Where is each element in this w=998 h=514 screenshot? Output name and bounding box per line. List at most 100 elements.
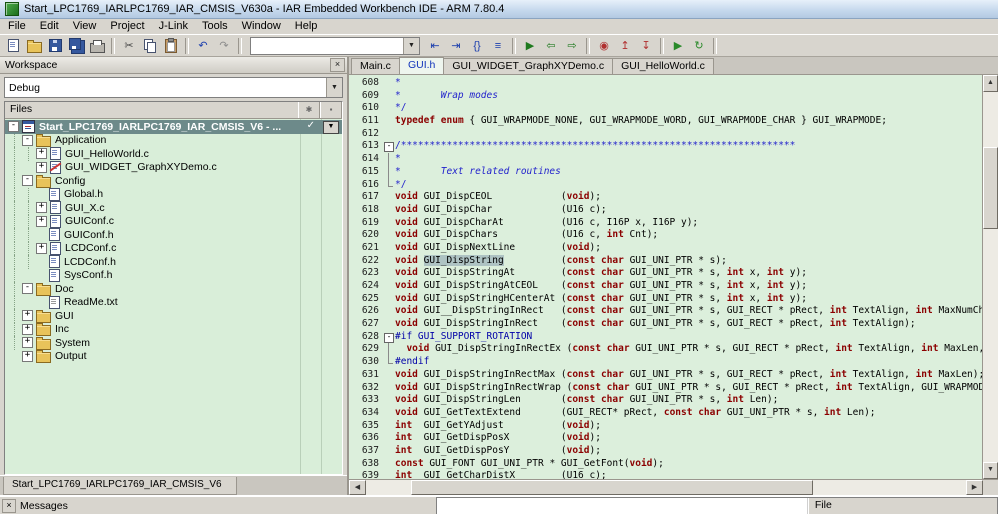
files-column-header[interactable]: Files <box>5 102 298 118</box>
collapse-icon[interactable]: - <box>22 283 33 294</box>
workspace-close-icon[interactable]: × <box>330 58 345 72</box>
code-text: typedef enum { GUI_WRAPMODE_NONE, GUI_WR… <box>395 115 982 128</box>
messages-close-icon[interactable]: × <box>2 499 16 513</box>
code-line: 625void GUI_DispStringHCenterAt (const c… <box>349 293 982 306</box>
vertical-scroll-thumb[interactable] <box>983 147 998 229</box>
horizontal-scrollbar[interactable]: ◀ ▶ <box>349 479 998 495</box>
tree-item-gui-widget-graphxydemo-c[interactable]: +GUI_WIDGET_GraphXYDemo.c <box>5 161 342 175</box>
fold-collapse-icon[interactable]: - <box>384 142 394 152</box>
scroll-up-icon[interactable]: ▲ <box>983 75 998 92</box>
scroll-down-icon[interactable]: ▼ <box>983 462 998 479</box>
menu-edit[interactable]: Edit <box>33 19 66 34</box>
find-next-button[interactable]: ⇥ <box>446 37 466 55</box>
editor-tab-gui-h[interactable]: GUI.h <box>399 57 444 74</box>
expand-icon[interactable]: + <box>22 351 33 362</box>
menu-file[interactable]: File <box>1 19 33 34</box>
menu-help[interactable]: Help <box>288 19 325 34</box>
messages-log-area <box>437 498 808 514</box>
workspace-tab-bar: Start_LPC1769_IARLPC1769_IAR_CMSIS_V6 <box>0 475 347 495</box>
configuration-dropdown[interactable]: Debug ▼ <box>4 77 343 98</box>
code-line: 611typedef enum { GUI_WRAPMODE_NONE, GUI… <box>349 115 982 128</box>
menu-window[interactable]: Window <box>235 19 288 34</box>
folder-icon <box>36 339 51 350</box>
tree-item-application[interactable]: -Application <box>5 134 342 148</box>
fold-collapse-icon[interactable]: - <box>384 333 394 343</box>
copy-button[interactable] <box>140 37 160 55</box>
folder-icon <box>36 136 51 147</box>
expand-icon[interactable]: + <box>36 162 47 173</box>
replace-button[interactable]: ≡ <box>488 37 508 55</box>
navigate-forward-button[interactable]: ⇨ <box>562 37 582 55</box>
tree-item-config[interactable]: -Config <box>5 174 342 188</box>
workspace-project-tab[interactable]: Start_LPC1769_IARLPC1769_IAR_CMSIS_V6 <box>3 477 237 495</box>
save-button[interactable] <box>45 37 65 55</box>
build-column-header[interactable]: ▪ <box>320 102 342 118</box>
file-column-header[interactable]: File <box>808 498 997 514</box>
editor-tab-gui-helloworld-c[interactable]: GUI_HelloWorld.c <box>612 58 714 74</box>
tree-item-global-h[interactable]: Global.h <box>5 188 342 202</box>
find-in-files-button[interactable]: {} <box>467 37 487 55</box>
tree-item-lcdconf-h[interactable]: LCDConf.h <box>5 255 342 269</box>
print-button[interactable] <box>87 37 107 55</box>
menu-view[interactable]: View <box>66 19 104 34</box>
expand-icon[interactable]: + <box>36 202 47 213</box>
go-to-button[interactable]: ▶ <box>520 37 540 55</box>
collapse-icon[interactable]: - <box>22 135 33 146</box>
code-line: 610*/ <box>349 102 982 115</box>
find-combobox[interactable]: ▼ <box>250 37 420 55</box>
undo-button[interactable]: ↶ <box>193 37 213 55</box>
next-bookmark-button[interactable]: ↧ <box>636 37 656 55</box>
horizontal-scroll-track[interactable] <box>366 480 966 495</box>
tree-item-system[interactable]: +System <box>5 336 342 350</box>
toggle-bookmark-button[interactable]: ◉ <box>594 37 614 55</box>
tree-item-output[interactable]: +Output <box>5 350 342 364</box>
vertical-scroll-track[interactable] <box>983 92 998 462</box>
tree-item-readme-txt[interactable]: ReadMe.txt <box>5 296 342 310</box>
editor-tab-gui-widget-graphxydemo-c[interactable]: GUI_WIDGET_GraphXYDemo.c <box>443 58 613 74</box>
tree-item-start-lpc1769-iarlpc1769-iar-cmsis-v6[interactable]: -Start_LPC1769_IARLPC1769_IAR_CMSIS_V6 -… <box>5 120 342 134</box>
tree-item-guiconf-c[interactable]: +GUIConf.c <box>5 215 342 229</box>
options-column-header[interactable]: ✱ <box>298 102 320 118</box>
horizontal-scroll-thumb[interactable] <box>411 480 813 495</box>
tree-item-inc[interactable]: +Inc <box>5 323 342 337</box>
expand-icon[interactable]: + <box>22 324 33 335</box>
expand-icon[interactable]: + <box>36 216 47 227</box>
paste-button[interactable] <box>161 37 181 55</box>
collapse-icon[interactable]: - <box>22 175 33 186</box>
download-and-debug-button[interactable]: ▶ <box>668 37 688 55</box>
expand-icon[interactable]: + <box>36 148 47 159</box>
collapse-icon[interactable]: - <box>8 121 19 132</box>
chevron-down-icon[interactable]: ▼ <box>326 78 342 97</box>
code-editor[interactable]: 608*609* Wrap modes610*/611typedef enum … <box>349 75 982 479</box>
expand-icon[interactable]: + <box>22 310 33 321</box>
save-all-button[interactable] <box>66 37 86 55</box>
redo-button[interactable]: ↷ <box>214 37 234 55</box>
tree-item-sysconf-h[interactable]: SysConf.h <box>5 269 342 283</box>
expand-icon[interactable]: + <box>22 337 33 348</box>
debug-without-downloading-button[interactable]: ↻ <box>689 37 709 55</box>
find-previous-button[interactable]: ⇤ <box>425 37 445 55</box>
scroll-left-icon[interactable]: ◀ <box>349 480 366 495</box>
cut-button[interactable]: ✂ <box>119 37 139 55</box>
menu-j-link[interactable]: J-Link <box>152 19 195 34</box>
vertical-scrollbar[interactable]: ▲ ▼ <box>982 75 998 479</box>
menu-tools[interactable]: Tools <box>195 19 235 34</box>
tree-item-guiconf-h[interactable]: GUIConf.h <box>5 228 342 242</box>
tree-item-doc[interactable]: -Doc <box>5 282 342 296</box>
tree-item-lcdconf-c[interactable]: +LCDConf.c <box>5 242 342 256</box>
scroll-right-icon[interactable]: ▶ <box>966 480 983 495</box>
open-file-button[interactable] <box>24 37 44 55</box>
tree-item-gui-helloworld-c[interactable]: +GUI_HelloWorld.c <box>5 147 342 161</box>
code-line: 630#endif <box>349 356 982 369</box>
new-document-button[interactable] <box>3 37 23 55</box>
navigate-backward-button[interactable]: ⇦ <box>541 37 561 55</box>
previous-bookmark-button[interactable]: ↥ <box>615 37 635 55</box>
tree-item-gui[interactable]: +GUI <box>5 309 342 323</box>
tree-item-gui-x-c[interactable]: +GUI_X.c <box>5 201 342 215</box>
code-line: 624void GUI_DispStringAtCEOL (const char… <box>349 280 982 293</box>
menu-project[interactable]: Project <box>103 19 151 34</box>
expand-icon[interactable]: + <box>36 243 47 254</box>
chevron-down-icon[interactable]: ▼ <box>403 38 419 54</box>
project-options-dropdown[interactable]: ▼ <box>323 121 339 134</box>
editor-tab-main-c[interactable]: Main.c <box>351 58 400 74</box>
